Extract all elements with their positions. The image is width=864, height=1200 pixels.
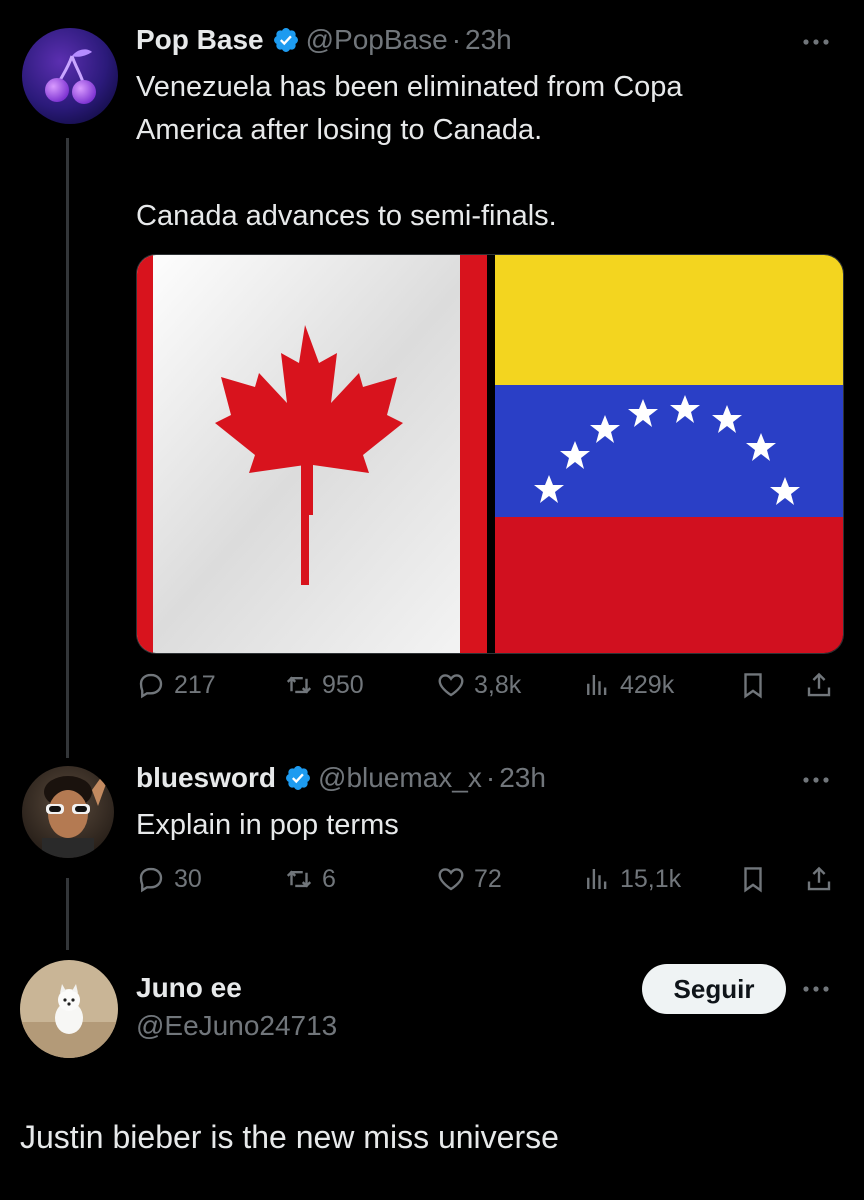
thread-line-2: [66, 878, 69, 950]
timestamp[interactable]: 23h: [465, 24, 512, 56]
verified-badge-icon: [273, 28, 298, 52]
venezuela-flag: [495, 255, 843, 653]
like-button[interactable]: 3,8k: [436, 670, 521, 700]
tweet1-actions: 217 950 3,8k 429k: [136, 670, 836, 710]
share-icon: [807, 672, 831, 697]
views-icon: [587, 869, 607, 889]
tweet1-header: Pop Base @PopBase · 23h: [136, 24, 512, 56]
author-handle[interactable]: @EeJuno24713: [136, 1010, 337, 1042]
avatar-junoee[interactable]: [20, 960, 118, 1058]
tweet1-text: Venezuela has been eliminated from Copa …: [136, 71, 683, 232]
like-count: 3,8k: [474, 670, 522, 699]
repost-icon: [286, 676, 312, 694]
share-button[interactable]: [804, 670, 834, 700]
canada-flag: [137, 255, 487, 653]
tweet1-media[interactable]: [136, 254, 844, 654]
reply-count: 30: [174, 864, 202, 893]
tweet3-text: Justin bieber is the new miss universe: [20, 1119, 559, 1155]
reply-icon: [139, 867, 163, 893]
tweet2-actions: 30 6 72 15,1k: [136, 864, 836, 904]
author-name[interactable]: Juno ee: [136, 972, 242, 1004]
bookmark-icon: [744, 673, 762, 699]
bookmark-icon: [744, 867, 762, 893]
author-name[interactable]: Pop Base: [136, 24, 264, 56]
author-name[interactable]: bluesword: [136, 762, 276, 794]
tweet2-header: bluesword @bluemax_x · 23h: [136, 762, 546, 794]
bookmark-button[interactable]: [738, 864, 768, 894]
repost-button[interactable]: 6: [284, 864, 336, 894]
share-button[interactable]: [804, 864, 834, 894]
author-handle[interactable]: @bluemax_x: [318, 762, 482, 794]
verified-badge-icon: [286, 766, 310, 790]
avatar-popbase[interactable]: [22, 28, 118, 124]
views-button[interactable]: 429k: [582, 670, 674, 700]
reply-button[interactable]: 217: [136, 670, 216, 700]
repost-button[interactable]: 950: [284, 670, 364, 700]
reply-count: 217: [174, 670, 216, 699]
more-icon[interactable]: [802, 984, 830, 994]
repost-count: 6: [322, 864, 336, 893]
more-icon[interactable]: [802, 37, 830, 47]
author-handle[interactable]: @PopBase: [306, 24, 448, 56]
reply-button[interactable]: 30: [136, 864, 202, 894]
like-button[interactable]: 72: [436, 864, 502, 894]
follow-button[interactable]: Seguir: [642, 964, 786, 1014]
bookmark-button[interactable]: [738, 670, 768, 700]
cherry-logo-icon: [22, 28, 118, 124]
views-count: 429k: [620, 670, 675, 699]
like-icon: [438, 868, 464, 891]
separator-dot: ·: [451, 24, 462, 55]
repost-icon: [286, 870, 312, 888]
like-icon: [438, 674, 464, 697]
more-icon[interactable]: [802, 775, 830, 785]
views-icon: [587, 675, 607, 695]
repost-count: 950: [322, 670, 364, 699]
tweet2-text: Explain in pop terms: [136, 809, 399, 841]
views-count: 15,1k: [620, 864, 682, 893]
profile-photo: [22, 766, 114, 858]
flags-image: [137, 255, 843, 653]
timestamp[interactable]: 23h: [499, 762, 546, 794]
thread-line-1: [66, 138, 69, 758]
like-count: 72: [474, 864, 502, 893]
avatar-bluesword[interactable]: [22, 766, 114, 858]
separator-dot: ·: [485, 762, 496, 793]
tweet3-header: Juno ee: [136, 972, 242, 1004]
reply-icon: [139, 673, 163, 699]
profile-photo: [20, 960, 118, 1058]
share-icon: [807, 866, 831, 891]
views-button[interactable]: 15,1k: [582, 864, 681, 894]
